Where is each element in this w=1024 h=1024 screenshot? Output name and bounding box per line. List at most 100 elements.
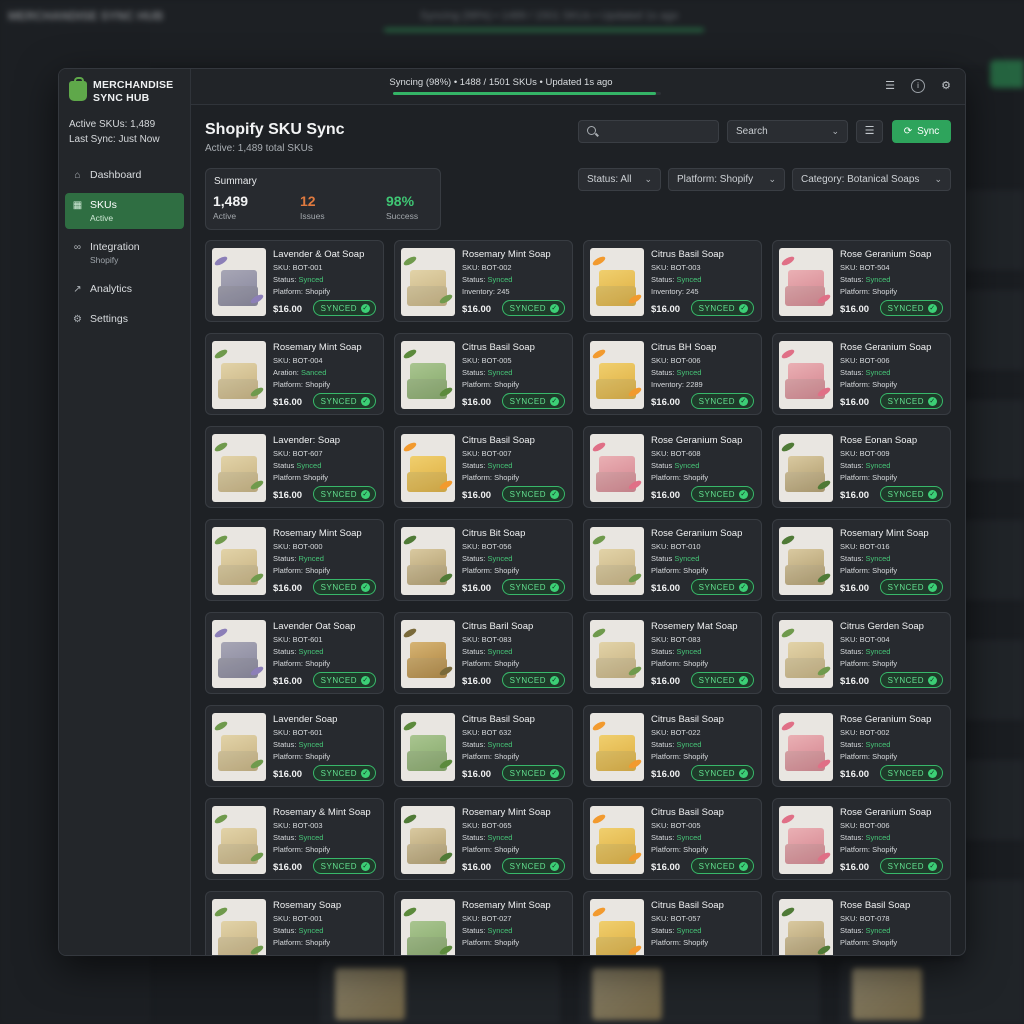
status-badge-label: SYNCED — [509, 582, 546, 592]
product-card[interactable]: Rose Geranium Soap SKU: BOT-006 Status: Sy… — [772, 798, 951, 880]
product-card[interactable]: Citrus Basil Soap SKU: BOT-022 Status: Syn… — [583, 705, 762, 787]
product-card[interactable]: Lavender: Soap SKU: BOT-607 Status Synced P… — [205, 426, 384, 508]
summary-panel: Summary 1,489 Active 12 Issues 98% Succe… — [205, 168, 441, 230]
sync-button-label: Sync — [917, 126, 940, 137]
status-label: Status: — [840, 926, 866, 935]
product-image — [212, 248, 266, 316]
product-card[interactable]: Citrus Basil Soap SKU: BOT-005 Status: Syn… — [583, 798, 762, 880]
sliders-icon[interactable]: ☰ — [883, 79, 897, 93]
sidebar-item-integration[interactable]: ∞ Integration Shopify — [65, 235, 184, 271]
product-card[interactable]: Citrus Baril Soap SKU: BOT-083 Status: Syn… — [394, 612, 573, 694]
status-value: Synced — [298, 275, 324, 284]
status-badge-label: SYNCED — [887, 303, 924, 313]
sync-button[interactable]: ⟳ Sync — [892, 120, 951, 143]
product-card[interactable]: Citrus BH Soap SKU: BOT-006 Status: Synced… — [583, 333, 762, 415]
background-tile — [960, 290, 1024, 370]
product-card[interactable]: Rosemary Soap SKU: BOT-001 Status: Synced P… — [205, 891, 384, 955]
status-badge-label: SYNCED — [509, 768, 546, 778]
product-card[interactable]: Citrus Gerden Soap SKU: BOT-004 Status: Sy… — [772, 612, 951, 694]
category-filter[interactable]: Category: Botanical Soaps ⌄ — [792, 168, 951, 191]
sidebar-item-skus[interactable]: ▦ SKUs Active — [65, 193, 184, 230]
product-card[interactable]: Citrus Basil Soap SKU: BOT-003 Status: Syn… — [583, 240, 762, 322]
product-price: $16.00 — [273, 769, 303, 780]
status-filter-value: Status: All — [587, 174, 632, 185]
product-card[interactable]: Rosemary Mint Soap SKU: BOT-004 Aration: S… — [205, 333, 384, 415]
sidebar-item-label: Analytics — [90, 283, 133, 296]
herb-decoration — [591, 254, 607, 268]
sidebar-nav: ⌂ Dashboard ▦ SKUs Active ∞ Integration Sh… — [59, 163, 190, 331]
product-card[interactable]: Rosemary Mint Soap SKU: BOT-027 Status: Sy… — [394, 891, 573, 955]
stat-value: 98% — [386, 193, 415, 209]
product-name: Rose Geranium Soap — [840, 342, 932, 353]
status-value: Synced — [674, 554, 700, 563]
product-card[interactable]: Citrus Basil Soap SKU: BOT 632 Status: Syn… — [394, 705, 573, 787]
check-icon: ✓ — [928, 582, 937, 592]
product-sku: SKU: BOT-022 — [651, 728, 701, 737]
product-card[interactable]: Citrus Bit Soap SKU: BOT-056 Status: Synce… — [394, 519, 573, 601]
search-input[interactable] — [578, 120, 719, 143]
check-icon: ✓ — [739, 303, 748, 313]
product-price: $16.00 — [651, 304, 681, 315]
stat-label: Issues — [300, 211, 325, 221]
product-card[interactable]: Lavender Oat Soap SKU: BOT-601 Status: Syn… — [205, 612, 384, 694]
product-card[interactable]: Rose Geranium Soap SKU: BOT-002 Status: Sy… — [772, 705, 951, 787]
info-icon[interactable]: i — [911, 79, 925, 93]
product-name: Rose Geranium Soap — [840, 249, 932, 260]
product-sku: SKU: BOT-504 — [840, 263, 890, 272]
status-filter[interactable]: Status: All ⌄ — [578, 168, 661, 191]
platform-filter[interactable]: Platform: Shopify ⌄ — [668, 168, 785, 191]
status-value: Synced — [676, 926, 702, 935]
product-card[interactable]: Rosemary & Mint Soap SKU: BOT-003 Status: … — [205, 798, 384, 880]
status-value: Synced — [487, 740, 513, 749]
platform-filter-value: Platform: Shopify — [677, 174, 754, 185]
product-card[interactable]: Lavender Soap SKU: BOT-601 Status: Synced P… — [205, 705, 384, 787]
status-label: Status: — [462, 740, 488, 749]
product-card[interactable]: Rose Geranium Soap SKU: BOT-504 Status: Sy… — [772, 240, 951, 322]
status-value: Synced — [487, 926, 513, 935]
product-sku: SKU: BOT-004 — [273, 356, 323, 365]
product-card[interactable]: Rose Geranium Soap SKU: BOT-010 Status Syn… — [583, 519, 762, 601]
product-card[interactable]: Rosemery Mat Soap SKU: BOT-083 Status: Syn… — [583, 612, 762, 694]
topbar-actions: ☰ i ⚙ — [883, 79, 953, 93]
herb-decoration — [402, 347, 418, 361]
check-icon: ✓ — [361, 303, 370, 313]
product-card[interactable]: Rose Geranium Soap SKU: BOT-006 Status: Sy… — [772, 333, 951, 415]
sidebar-item-sublabel: Shopify — [90, 255, 119, 266]
product-card[interactable]: Rose Basil Soap SKU: BOT-078 Status: Synce… — [772, 891, 951, 955]
stat-success: 98% Success — [386, 193, 418, 221]
product-card[interactable]: Rose Eonan Soap SKU: BOT-009 Status: Synce… — [772, 426, 951, 508]
status-badge: SYNCED ✓ — [879, 300, 943, 316]
product-card[interactable]: Rosemary Mint Soap SKU: BOT-002 Status: Sy… — [394, 240, 573, 322]
herb-decoration — [213, 347, 229, 361]
product-image — [212, 899, 266, 955]
product-card[interactable]: Rosemary Mint Soap SKU: BOT-016 Status: Sy… — [772, 519, 951, 601]
status-label: Status: — [273, 833, 299, 842]
product-card[interactable]: Citrus Basil Soap SKU: BOT-057 Status: Syn… — [583, 891, 762, 955]
product-card[interactable]: Citrus Basil Soap SKU: BOT-005 Status: Syn… — [394, 333, 573, 415]
status-badge-label: SYNCED — [320, 303, 357, 313]
check-icon: ✓ — [550, 303, 559, 313]
herb-decoration — [780, 254, 796, 268]
sidebar-item-dashboard[interactable]: ⌂ Dashboard — [65, 163, 184, 187]
product-card[interactable]: Rosemary Mint Soap SKU: BOT-065 Status: Sy… — [394, 798, 573, 880]
product-card[interactable]: Lavender & Oat Soap SKU: BOT-001 Status: S… — [205, 240, 384, 322]
product-image — [401, 434, 455, 502]
sidebar-item-label: Dashboard — [90, 169, 142, 182]
product-status: Status: Synced — [840, 740, 890, 749]
check-icon: ✓ — [550, 489, 559, 499]
product-card[interactable]: Rosemary Mint Soap SKU: BOT-000 Status: Ry… — [205, 519, 384, 601]
background-tile — [960, 640, 1024, 720]
product-card[interactable]: Rose Geranium Soap SKU: BOT-608 Status Syn… — [583, 426, 762, 508]
status-badge-label: SYNCED — [698, 582, 735, 592]
herb-decoration — [591, 905, 607, 919]
check-icon: ✓ — [550, 675, 559, 685]
product-platform: Platform: Shopify — [840, 659, 898, 668]
filter-settings-button[interactable]: ☰ — [856, 120, 883, 143]
status-value: Synced — [487, 368, 513, 377]
product-image — [401, 620, 455, 688]
sidebar-item-analytics[interactable]: ↗ Analytics — [65, 277, 184, 301]
sidebar-item-settings[interactable]: ⚙ Settings — [65, 307, 184, 331]
gear-icon[interactable]: ⚙ — [939, 79, 953, 93]
search-scope-select[interactable]: Search ⌄ — [727, 120, 848, 143]
product-card[interactable]: Citrus Basil Soap SKU: BOT-007 Status: Syn… — [394, 426, 573, 508]
